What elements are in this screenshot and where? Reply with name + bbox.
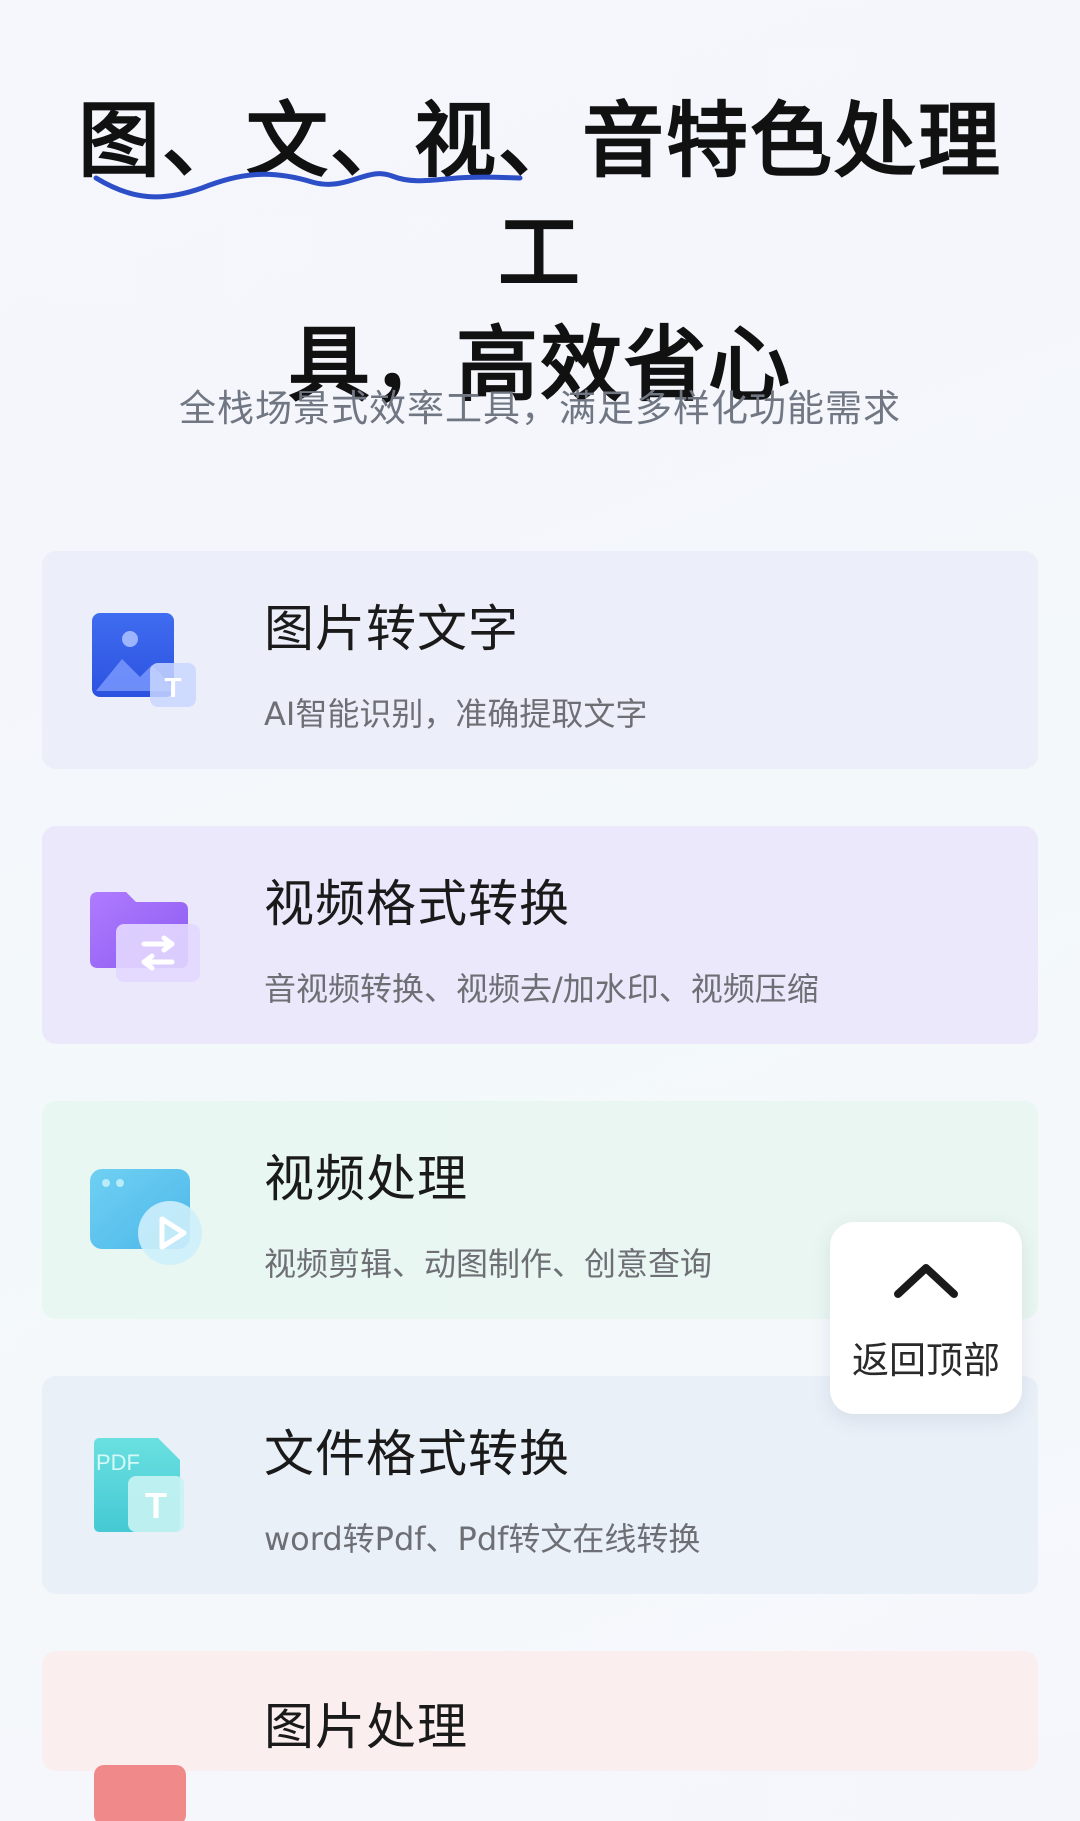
icon-letter-t: T [164, 672, 181, 703]
card-title: 视频格式转换 [264, 875, 570, 933]
card-title: 文件格式转换 [264, 1425, 570, 1483]
back-to-top-button[interactable]: 返回顶部 [830, 1222, 1022, 1414]
card-description: AI智能识别，准确提取文字 [264, 695, 648, 733]
pdf-to-text-icon: PDF T [94, 1438, 184, 1532]
video-play-icon [90, 1169, 202, 1265]
feature-card-video-format-convert[interactable]: 视频格式转换 音视频转换、视频去/加水印、视频压缩 [42, 826, 1038, 1044]
feature-card-image-to-text[interactable]: T 图片转文字 AI智能识别，准确提取文字 [42, 551, 1038, 769]
page-subtitle: 全栈场景式效率工具，满足多样化功能需求 [179, 387, 901, 430]
card-description: 视频剪辑、动图制作、创意查询 [264, 1245, 713, 1283]
card-title: 视频处理 [264, 1150, 468, 1208]
image-to-text-icon: T [92, 613, 196, 707]
icon-letter-t: T [145, 1485, 167, 1526]
card-title: 图片转文字 [264, 600, 519, 658]
card-title: 图片处理 [264, 1698, 468, 1756]
card-description: 音视频转换、视频去/加水印、视频压缩 [264, 970, 819, 1008]
feature-card-image-processing[interactable]: 图片处理 [42, 1651, 1038, 1821]
back-to-top-label: 返回顶部 [852, 1339, 1000, 1382]
image-edit-icon [94, 1765, 186, 1821]
page-headline: 图、文、视、音特色处理工 具，高效省心 [60, 86, 1020, 422]
underline-squiggle-decoration [93, 171, 523, 200]
chevron-up-icon [894, 1264, 958, 1298]
card-description: word转Pdf、Pdf转文在线转换 [264, 1520, 701, 1558]
icon-pdf-letters: PDF [96, 1450, 140, 1475]
folder-convert-icon [90, 892, 200, 982]
